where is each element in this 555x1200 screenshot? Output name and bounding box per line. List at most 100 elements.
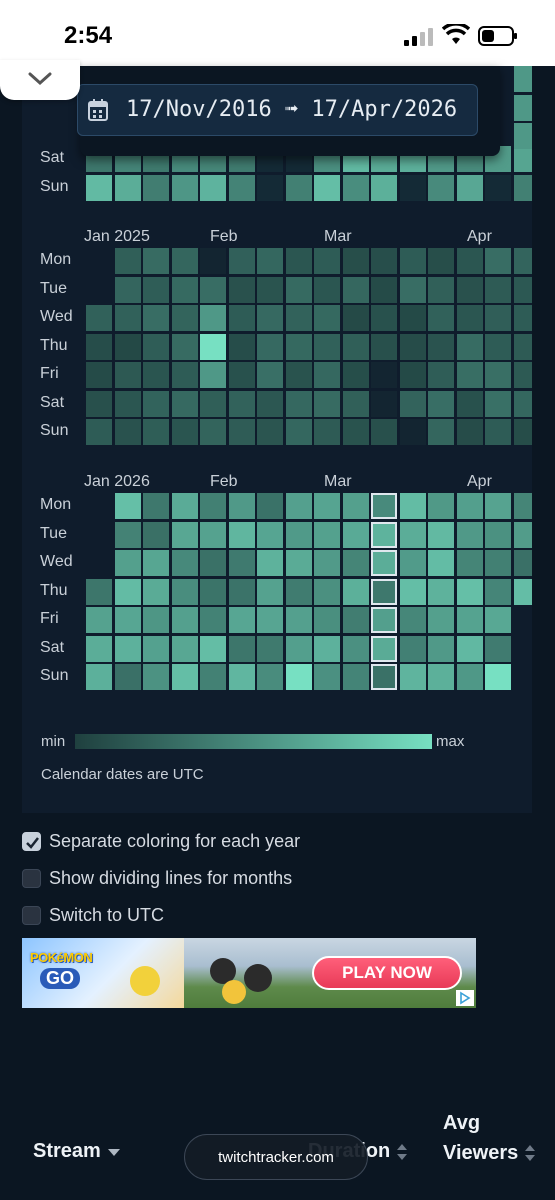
heatmap-cell[interactable] [314, 550, 340, 576]
heatmap-cell[interactable] [399, 635, 426, 662]
heatmap-cell[interactable] [399, 521, 426, 548]
heatmap-cell[interactable] [314, 390, 340, 417]
heatmap-cell[interactable] [399, 419, 426, 445]
heatmap-cell[interactable] [342, 174, 369, 201]
heatmap-cell[interactable] [513, 493, 532, 519]
heatmap-cell[interactable] [171, 550, 198, 576]
ad-banner[interactable]: POKéMON GO PLAY NOW [22, 938, 476, 1008]
heatmap-cell[interactable] [257, 664, 283, 690]
heatmap-cell[interactable] [399, 248, 426, 274]
heatmap-cell[interactable] [456, 578, 483, 605]
heatmap-cell[interactable] [257, 493, 283, 519]
heatmap-cell[interactable] [485, 174, 511, 201]
heatmap-cell[interactable] [285, 419, 312, 445]
heatmap-cell[interactable] [371, 174, 397, 201]
heatmap-cell[interactable] [143, 276, 169, 303]
heatmap-cell[interactable] [399, 607, 426, 633]
heatmap-cell[interactable] [456, 664, 483, 690]
heatmap-cell[interactable] [228, 607, 255, 633]
heatmap-cell[interactable] [114, 390, 141, 417]
heatmap-cell[interactable] [314, 174, 340, 201]
heatmap-cell[interactable] [86, 305, 112, 331]
heatmap-cell[interactable] [257, 607, 283, 633]
heatmap-cell[interactable] [342, 276, 369, 303]
heatmap-cell[interactable] [285, 550, 312, 576]
dividing-lines-option[interactable]: Show dividing lines for months [22, 866, 292, 890]
heatmap-cell[interactable] [171, 419, 198, 445]
heatmap-cell[interactable] [257, 248, 283, 274]
heatmap-cell[interactable] [200, 362, 226, 388]
heatmap-cell[interactable] [456, 521, 483, 548]
heatmap-cell[interactable] [114, 305, 141, 331]
heatmap-cell[interactable] [86, 174, 112, 201]
date-range-field[interactable]: 17/Nov/2016 ➟ 17/Apr/2026 [77, 84, 478, 136]
heatmap-cell[interactable] [371, 333, 397, 360]
heatmap-cell[interactable] [371, 362, 397, 388]
heatmap-cell[interactable] [171, 521, 198, 548]
heatmap-cell[interactable] [342, 305, 369, 331]
heatmap-cell[interactable] [314, 276, 340, 303]
heatmap-cell[interactable] [228, 248, 255, 274]
heatmap-cell[interactable] [513, 578, 532, 605]
heatmap-cell[interactable] [200, 521, 226, 548]
heatmap-cell[interactable] [200, 390, 226, 417]
heatmap-cell[interactable] [513, 333, 532, 360]
heatmap-cell[interactable] [200, 550, 226, 576]
heatmap-cell[interactable] [428, 607, 454, 633]
heatmap-cell[interactable] [200, 174, 226, 201]
heatmap-cell[interactable] [257, 578, 283, 605]
heatmap-cell[interactable] [485, 493, 511, 519]
heatmap-cell[interactable] [342, 419, 369, 445]
heatmap-cell[interactable] [86, 362, 112, 388]
heatmap-cell[interactable] [485, 664, 511, 690]
heatmap-cell[interactable] [114, 333, 141, 360]
heatmap-cell[interactable] [428, 390, 454, 417]
heatmap-cell[interactable] [456, 248, 483, 274]
heatmap-cell[interactable] [200, 664, 226, 690]
heatmap-cell[interactable] [143, 248, 169, 274]
heatmap-cell[interactable] [485, 305, 511, 331]
heatmap-cell[interactable] [285, 333, 312, 360]
heatmap-cell[interactable] [228, 276, 255, 303]
heatmap-cell[interactable] [285, 276, 312, 303]
heatmap-cell[interactable] [285, 578, 312, 605]
heatmap-cell[interactable] [171, 362, 198, 388]
heatmap-cell[interactable] [399, 578, 426, 605]
heatmap-cell[interactable] [171, 664, 198, 690]
heatmap-cell[interactable] [399, 362, 426, 388]
heatmap-cell[interactable] [228, 333, 255, 360]
heatmap-cell[interactable] [513, 174, 532, 201]
heatmap-cell[interactable] [314, 635, 340, 662]
heatmap-cell[interactable] [86, 419, 112, 445]
heatmap-cell[interactable] [371, 635, 397, 662]
heatmap-cell[interactable] [143, 362, 169, 388]
heatmap-cell[interactable] [314, 333, 340, 360]
heatmap-cell[interactable] [171, 248, 198, 274]
heatmap-cell[interactable] [114, 362, 141, 388]
heatmap-cell[interactable] [371, 664, 397, 690]
heatmap-cell[interactable] [114, 578, 141, 605]
heatmap-cell[interactable] [314, 521, 340, 548]
heatmap-cell[interactable] [371, 550, 397, 576]
heatmap-cell[interactable] [200, 419, 226, 445]
heatmap-cell[interactable] [86, 390, 112, 417]
heatmap-cell[interactable] [399, 333, 426, 360]
heatmap-cell[interactable] [143, 664, 169, 690]
heatmap-cell[interactable] [171, 174, 198, 201]
heatmap-cell[interactable] [342, 333, 369, 360]
heatmap-cell[interactable] [171, 493, 198, 519]
heatmap-cell[interactable] [456, 390, 483, 417]
heatmap-cell[interactable] [171, 607, 198, 633]
heatmap-cell[interactable] [143, 493, 169, 519]
heatmap-cell[interactable] [257, 276, 283, 303]
heatmap-cell[interactable] [428, 248, 454, 274]
separate-coloring-option[interactable]: Separate coloring for each year [22, 829, 300, 853]
heatmap-cell[interactable] [371, 305, 397, 331]
heatmap-cell[interactable] [285, 493, 312, 519]
heatmap-cell[interactable] [456, 362, 483, 388]
heatmap-cell[interactable] [342, 607, 369, 633]
heatmap-cell[interactable] [114, 664, 141, 690]
heatmap-cell[interactable] [171, 333, 198, 360]
heatmap-cell[interactable] [428, 276, 454, 303]
heatmap-cell[interactable] [143, 419, 169, 445]
